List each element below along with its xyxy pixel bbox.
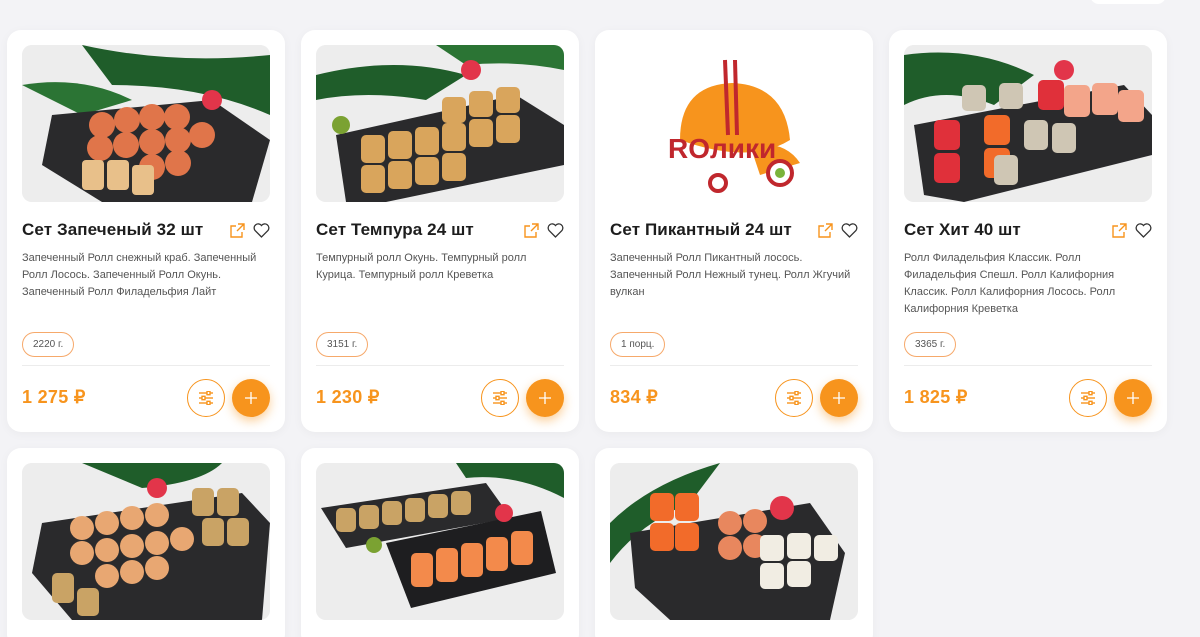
options-button[interactable] (1069, 378, 1107, 417)
product-description: Запеченный Ролл Пикантный лосось. Запече… (610, 252, 851, 298)
divider (904, 365, 1152, 366)
rolliki-logo[interactable]: ROлики (610, 45, 858, 202)
product-description: Запеченный Ролл снежный краб. Запеченный… (22, 252, 257, 298)
weight-badge: 3151 г. (316, 332, 369, 357)
product-card[interactable]: ROлики Сет Пикантный 24 шт Запеченный Ро… (595, 30, 873, 432)
product-card[interactable]: Сет Хит 40 шт Ролл Филадельфия Классик. … (889, 30, 1167, 432)
options-button[interactable] (187, 378, 225, 417)
share-icon[interactable] (1110, 221, 1128, 239)
product-photo[interactable] (22, 45, 270, 202)
product-grid: Сет Запеченый 32 шт Запеченный Ролл снеж… (7, 30, 1167, 637)
product-title[interactable]: Сет Хит 40 шт (904, 220, 1104, 240)
weight-badge: 3365 г. (904, 332, 957, 357)
product-price: 1 275 ₽ (22, 387, 86, 407)
plus-icon (539, 391, 551, 404)
product-price: 834 ₽ (610, 387, 658, 407)
heart-icon[interactable] (546, 221, 564, 239)
product-title[interactable]: Сет Темпура 24 шт (316, 220, 516, 240)
plus-icon (1127, 391, 1139, 404)
share-icon[interactable] (816, 221, 834, 239)
heart-icon[interactable] (252, 221, 270, 239)
product-card[interactable]: Сет Темпура 24 шт Темпурный ролл Окунь. … (301, 30, 579, 432)
product-card[interactable] (7, 448, 285, 637)
product-title[interactable]: Сет Запеченый 32 шт (22, 220, 222, 240)
product-description: Ролл Филадельфия Классик. Ролл Филадельф… (904, 252, 1116, 315)
product-card[interactable] (595, 448, 873, 637)
share-icon[interactable] (522, 221, 540, 239)
divider (22, 365, 270, 366)
product-card[interactable] (301, 448, 579, 637)
sliders-icon (493, 390, 507, 405)
product-photo[interactable] (904, 45, 1152, 202)
add-to-cart-button[interactable] (526, 378, 564, 417)
heart-icon[interactable] (840, 221, 858, 239)
product-photo[interactable] (316, 463, 564, 620)
sliders-icon (787, 390, 801, 405)
product-photo[interactable] (610, 463, 858, 620)
plus-icon (833, 391, 845, 404)
weight-badge: 2220 г. (22, 332, 75, 357)
options-button[interactable] (481, 378, 519, 417)
sliders-icon (1081, 390, 1095, 405)
product-title[interactable]: Сет Пикантный 24 шт (610, 220, 810, 240)
logo-text: ROлики (668, 133, 776, 164)
product-card[interactable]: Сет Запеченый 32 шт Запеченный Ролл снеж… (7, 30, 285, 432)
product-photo[interactable] (22, 463, 270, 620)
add-to-cart-button[interactable] (1114, 378, 1152, 417)
plus-icon (245, 391, 257, 404)
share-icon[interactable] (228, 221, 246, 239)
options-button[interactable] (775, 378, 813, 417)
product-photo[interactable] (316, 45, 564, 202)
weight-badge: 1 порц. (610, 332, 666, 357)
product-description: Темпурный ролл Окунь. Темпурный ролл Кур… (316, 252, 527, 281)
product-price: 1 230 ₽ (316, 387, 380, 407)
sliders-icon (199, 390, 213, 405)
divider (610, 365, 858, 366)
heart-icon[interactable] (1134, 221, 1152, 239)
add-to-cart-button[interactable] (820, 378, 858, 417)
product-price: 1 825 ₽ (904, 387, 968, 407)
top-pill (1090, 0, 1166, 4)
divider (316, 365, 564, 366)
add-to-cart-button[interactable] (232, 378, 270, 417)
